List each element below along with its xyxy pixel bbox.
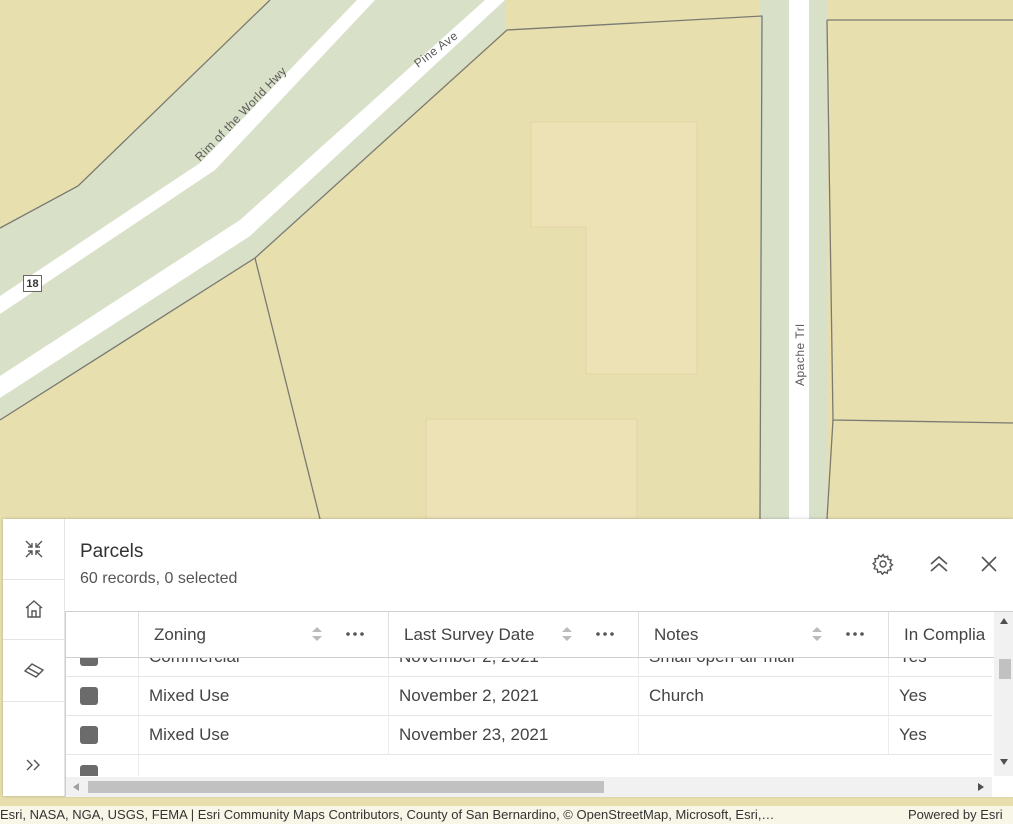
home-button[interactable]: [3, 579, 64, 639]
column-label: Zoning: [154, 625, 206, 644]
row-checkbox[interactable]: [80, 765, 98, 776]
table-body: Commercial November 2, 2021 Small open-a…: [66, 658, 992, 776]
cell-zoning: Mixed Use: [139, 677, 389, 715]
sort-icon[interactable]: [311, 624, 323, 644]
row-checkbox[interactable]: [80, 726, 98, 744]
record-count: 60 records, 0 selected: [80, 570, 238, 587]
cell-notes: Church: [639, 677, 889, 715]
collapse-icon: [25, 540, 42, 558]
select-cell: [66, 658, 139, 676]
road-label-apache-trl: Apache Trl: [793, 324, 807, 386]
settings-button[interactable]: [870, 551, 896, 577]
row-checkbox[interactable]: [80, 687, 98, 705]
more-options-icon[interactable]: [594, 624, 616, 644]
column-header-notes[interactable]: Notes: [639, 612, 889, 657]
table-header: Parcels 60 records, 0 selected: [65, 519, 1013, 611]
collapse-panel-button[interactable]: [926, 551, 952, 577]
cell-last-survey-date: November 2, 2021: [389, 658, 639, 676]
table-row[interactable]: Commercial November 2, 2021 Small open-a…: [66, 658, 992, 677]
vertical-scroll-thumb[interactable]: [999, 659, 1011, 679]
scroll-up-arrow-icon[interactable]: [999, 617, 1009, 625]
horizontal-scroll-thumb[interactable]: [88, 781, 604, 793]
attribute-table: Zoning Last Survey Date Notes In Complia: [65, 611, 1013, 797]
select-cell: [66, 716, 139, 754]
cell-notes: Small open-air mall: [639, 658, 889, 676]
column-header-zoning[interactable]: Zoning: [139, 612, 389, 657]
column-label: Notes: [654, 625, 699, 644]
building-footprint: [425, 418, 638, 520]
layer-title: Parcels: [80, 541, 144, 562]
cell-last-survey-date: November 23, 2021: [389, 716, 639, 754]
cell-in-compliance: Yes: [899, 725, 927, 744]
expand-toolbar-button[interactable]: [3, 735, 64, 795]
select-cell: [66, 755, 139, 776]
column-header-last-survey-date[interactable]: Last Survey Date: [389, 612, 639, 657]
side-toolbar: [3, 519, 65, 796]
close-button[interactable]: [976, 551, 1002, 577]
expand-icon: [26, 759, 40, 771]
column-label: Last Survey Date: [404, 625, 535, 644]
select-cell: [66, 677, 139, 715]
cell-zoning: Mixed Use: [139, 716, 389, 754]
attribution-bar: Esri, NASA, NGA, USGS, FEMA | Esri Commu…: [0, 806, 1013, 824]
table-row-partial[interactable]: [66, 755, 992, 776]
table-panel: Parcels 60 records, 0 selected Zoning La…: [3, 519, 1013, 797]
table-head: Zoning Last Survey Date Notes In Complia: [66, 612, 1013, 658]
more-options-icon[interactable]: [344, 624, 366, 644]
gear-icon: [872, 553, 894, 575]
powered-by-link[interactable]: Powered by Esri: [908, 806, 1013, 824]
close-icon: [981, 556, 997, 572]
collapse-button[interactable]: [3, 519, 64, 579]
cell-notes: [639, 716, 889, 754]
table-row[interactable]: Mixed Use November 23, 2021 Yes: [66, 716, 992, 755]
highway-shield: 18: [23, 275, 42, 292]
cell-in-compliance: Yes: [889, 658, 992, 676]
cell-in-compliance: Yes: [899, 686, 927, 705]
table-row[interactable]: Mixed Use November 2, 2021 Church Yes: [66, 677, 992, 716]
home-icon: [25, 600, 42, 618]
vertical-scrollbar[interactable]: [994, 612, 1013, 776]
scroll-down-arrow-icon[interactable]: [999, 758, 1009, 766]
scroll-left-arrow-icon[interactable]: [72, 782, 80, 792]
road-apache: [789, 0, 809, 519]
scroll-right-arrow-icon[interactable]: [977, 782, 985, 792]
sort-icon[interactable]: [561, 624, 573, 644]
double-chevron-up-icon: [930, 555, 948, 572]
select-column-header: [66, 612, 139, 657]
column-header-in-compliance[interactable]: In Complia: [889, 612, 992, 657]
sort-icon[interactable]: [811, 624, 823, 644]
horizontal-scrollbar[interactable]: [66, 777, 992, 797]
row-checkbox[interactable]: [80, 658, 98, 666]
cell-zoning: Commercial: [139, 658, 389, 676]
more-options-icon[interactable]: [844, 624, 866, 644]
attribution-text[interactable]: Esri, NASA, NGA, USGS, FEMA | Esri Commu…: [0, 806, 900, 824]
column-label: In Complia: [904, 625, 986, 644]
cell-last-survey-date: November 2, 2021: [389, 677, 639, 715]
clear-button[interactable]: [3, 640, 64, 700]
eraser-icon: [23, 663, 44, 678]
